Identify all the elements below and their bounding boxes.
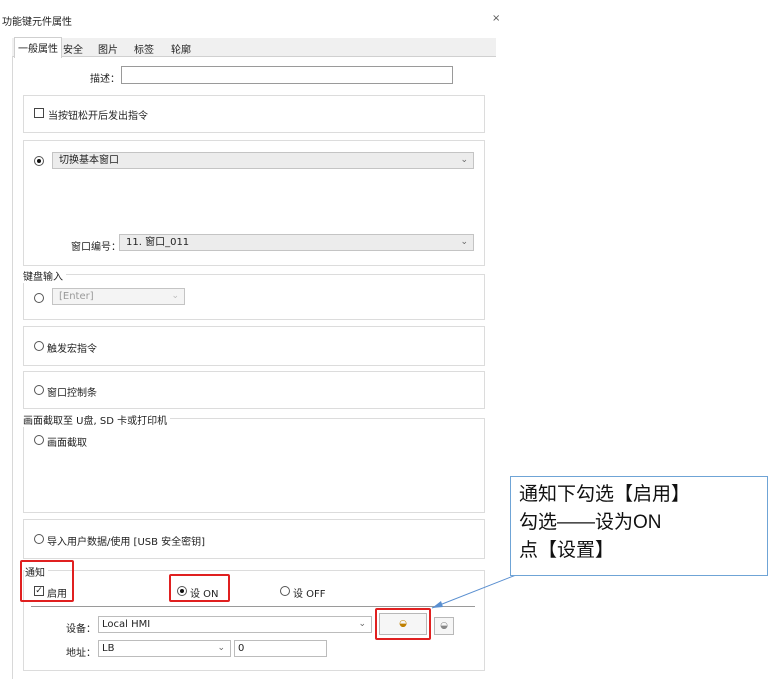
callout-box: 通知下勾选【启用】 勾选——设为ON 点【设置】 [510, 476, 768, 576]
callout-line-3: 点【设置】 [519, 540, 615, 561]
callout-arrow [431, 574, 517, 609]
callout-line-1: 通知下勾选【启用】 [519, 484, 691, 505]
callout-line-2: 勾选——设为ON [519, 512, 662, 533]
